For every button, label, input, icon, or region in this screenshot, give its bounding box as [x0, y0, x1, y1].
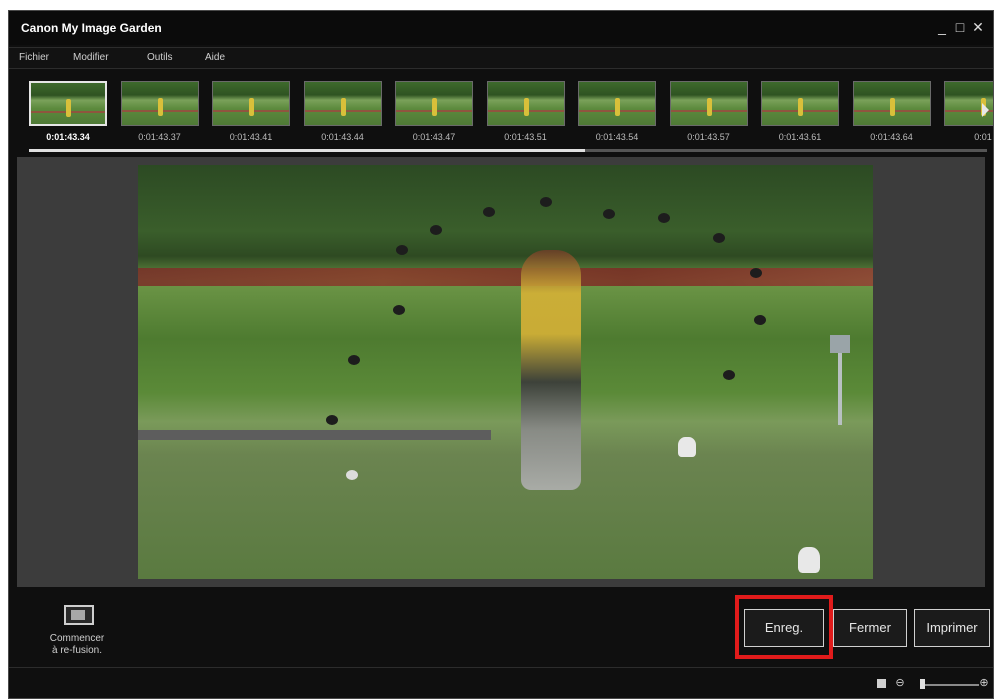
thumbnail-golfer	[523, 98, 529, 116]
thumbnail-golfer	[249, 98, 254, 116]
flower-hedge	[138, 268, 873, 286]
zoom-in-icon[interactable]: ⊕	[979, 678, 989, 689]
mailbox	[830, 335, 850, 353]
frame-thumbnail[interactable]	[578, 81, 656, 126]
frame-thumbnail[interactable]	[395, 81, 473, 126]
frame-thumbnail[interactable]	[761, 81, 839, 126]
menu-aide[interactable]: Aide	[205, 52, 225, 63]
thumbnail-golfer	[66, 99, 71, 117]
club-head	[396, 245, 408, 255]
cart-path	[138, 430, 491, 440]
zoom-slider-handle[interactable]	[919, 679, 925, 689]
close-button[interactable]: Fermer	[833, 609, 907, 647]
merged-golf-swing-image	[138, 165, 873, 579]
thumbnail-golfer	[798, 98, 803, 116]
thumbnail-golfer	[889, 98, 895, 116]
frame-strip: 0:01:43.34 0:01:43.37 0:01:43.41 0:01:43.44…	[9, 71, 993, 163]
scroll-right-arrow-icon[interactable]	[982, 103, 989, 117]
club-head	[430, 225, 442, 235]
club-head	[754, 315, 766, 325]
thumbnail-golfer	[615, 98, 620, 116]
club-head	[750, 268, 762, 278]
club-head	[603, 209, 615, 219]
club-head	[483, 207, 495, 217]
frame-thumbnail[interactable]	[669, 81, 748, 126]
frame-timestamp: 0:01:43.37	[138, 132, 181, 142]
title-bar: Canon My Image Garden _ □ ✕	[9, 11, 993, 45]
frame-timestamp: 0:01:43.51	[504, 132, 547, 142]
save-button[interactable]: Enreg.	[744, 609, 824, 647]
mailbox-post	[830, 335, 850, 425]
scrollbar-thumb[interactable]	[29, 149, 585, 152]
frame-timestamp: 0:01:43.54	[595, 132, 639, 142]
club-head	[713, 233, 725, 243]
golf-ball	[346, 470, 358, 480]
fit-to-window-icon[interactable]	[877, 679, 886, 688]
frame-strip-scrollbar[interactable]	[29, 149, 987, 152]
golfer-figure	[521, 250, 581, 490]
frame-timestamp: 0:01:43.44	[321, 132, 364, 142]
zoom-slider-track[interactable]	[921, 684, 979, 686]
club-head	[348, 355, 360, 365]
thumbnail-golfer	[706, 98, 712, 116]
zoom-out-icon[interactable]: ⊖	[895, 678, 905, 689]
refusion-label-line2: à re-fusion.	[51, 645, 103, 656]
action-bar: Commencer à re-fusion. Enreg. Fermer Imp…	[9, 591, 993, 667]
print-button[interactable]: Imprimer	[914, 609, 990, 647]
frame-thumbnail[interactable]	[852, 81, 931, 126]
refusion-label-line1: Commencer	[49, 633, 105, 644]
frame-timestamp: 0:01:43.57	[687, 132, 730, 142]
app-window: Canon My Image Garden _ □ ✕ Fichier Modi…	[8, 10, 994, 699]
thumbnail-golfer	[340, 98, 346, 116]
frame-thumbnail[interactable]	[29, 81, 107, 126]
close-window-button[interactable]: ✕	[971, 19, 985, 36]
frame-thumbnail[interactable]	[212, 81, 290, 126]
thumbnail-golfer	[157, 98, 163, 116]
preview-area	[17, 157, 985, 587]
refusion-icon[interactable]	[64, 605, 94, 625]
goose-statue	[798, 547, 820, 573]
frame-thumbnail[interactable]	[303, 81, 382, 126]
frame-timestamp: 0:01:43.47	[412, 132, 456, 142]
club-head	[658, 213, 670, 223]
goose-statue	[678, 437, 696, 457]
menu-modifier[interactable]: Modifier	[73, 52, 109, 63]
mailbox-pole	[838, 353, 842, 425]
menu-fichier[interactable]: Fichier	[19, 52, 49, 63]
club-head	[723, 370, 735, 380]
refusion-label[interactable]: Commencer à re-fusion.	[34, 633, 120, 657]
menu-bar: Fichier Modifier Outils Aide	[9, 47, 993, 69]
maximize-button[interactable]: □	[953, 19, 967, 35]
frame-timestamp: 0:01:43.61	[778, 132, 822, 142]
thumbnail-golfer	[432, 98, 437, 116]
club-head	[326, 415, 338, 425]
club-head	[393, 305, 405, 315]
frame-thumbnail[interactable]	[120, 81, 199, 126]
frame-timestamp: 0:01:43.41	[229, 132, 273, 142]
frame-timestamp: 0:01:43.34	[46, 132, 90, 142]
club-head	[540, 197, 552, 207]
minimize-button[interactable]: _	[935, 19, 949, 35]
menu-outils[interactable]: Outils	[147, 52, 173, 63]
window-title: Canon My Image Garden	[21, 21, 162, 35]
frame-timestamp: 0:01:43.64	[870, 132, 913, 142]
frame-thumbnail[interactable]	[486, 81, 565, 126]
frame-timestamp: 0:01	[974, 132, 992, 142]
status-bar: ⊖ ⊕	[9, 667, 993, 698]
